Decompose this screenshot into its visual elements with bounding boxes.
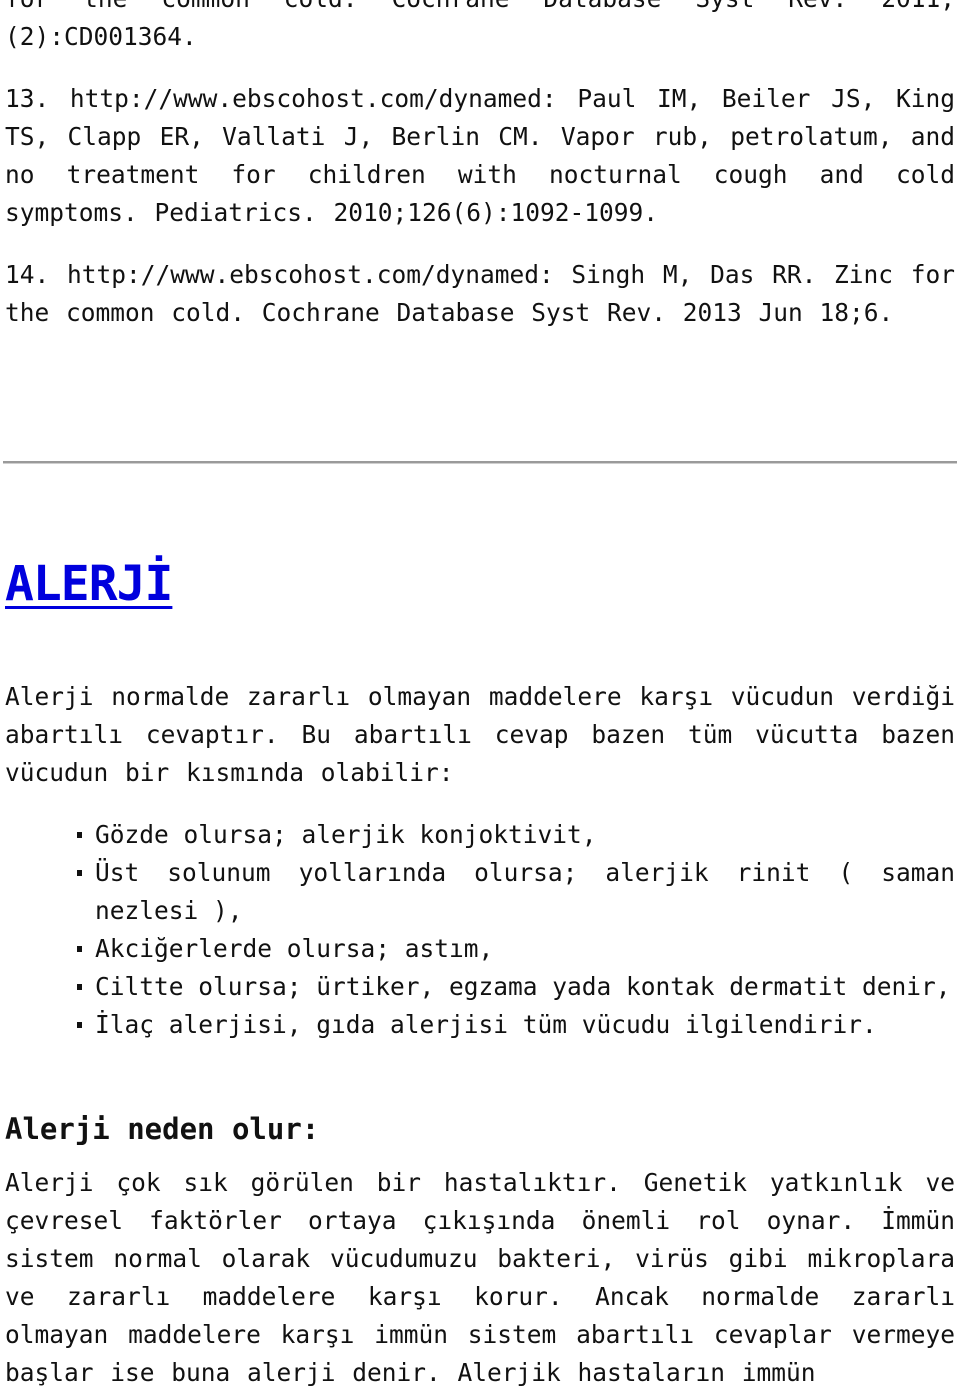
list-item: Üst solunum yollarında olursa; alerjik r… xyxy=(77,854,955,930)
square-bullet-icon xyxy=(77,870,82,876)
list-item-text: Ciltte olursa; ürtiker, egzama yada kont… xyxy=(95,972,951,1001)
allergy-types-list: Gözde olursa; alerjik konjoktivit, Üst s… xyxy=(77,816,955,1044)
section-body-paragraph: Alerji çok sık görülen bir hastalıktır. … xyxy=(5,1168,955,1387)
reference-13: 13. http://www.ebscohost.com/dynamed: Pa… xyxy=(5,84,955,227)
list-item: Ciltte olursa; ürtiker, egzama yada kont… xyxy=(77,968,955,1006)
article-title-link[interactable]: ALERJİ xyxy=(5,552,173,616)
references-block: for the common cold. Cochrane Database S… xyxy=(5,0,955,332)
square-bullet-icon xyxy=(77,984,82,990)
reference-14: 14. http://www.ebscohost.com/dynamed: Si… xyxy=(5,260,955,327)
list-item-text: İlaç alerjisi, gıda alerjisi tüm vücudu … xyxy=(95,1010,877,1039)
square-bullet-icon xyxy=(77,832,82,838)
list-item-text: Gözde olursa; alerjik konjoktivit, xyxy=(95,820,597,849)
intro-paragraph: Alerji normalde zararlı olmayan maddeler… xyxy=(5,682,955,787)
square-bullet-icon xyxy=(77,946,82,952)
list-item-text: Üst solunum yollarında olursa; alerjik r… xyxy=(95,858,955,925)
square-bullet-icon xyxy=(77,1022,82,1028)
reference-12-tail: for the common cold. Cochrane Database S… xyxy=(5,0,955,51)
list-item: Akciğerlerde olursa; astım, xyxy=(77,930,955,968)
list-item: İlaç alerjisi, gıda alerjisi tüm vücudu … xyxy=(77,1006,955,1044)
section-heading: Alerji neden olur: xyxy=(5,1112,320,1146)
list-item-text: Akciğerlerde olursa; astım, xyxy=(95,934,494,963)
list-item: Gözde olursa; alerjik konjoktivit, xyxy=(77,816,955,854)
section-divider xyxy=(3,461,957,464)
